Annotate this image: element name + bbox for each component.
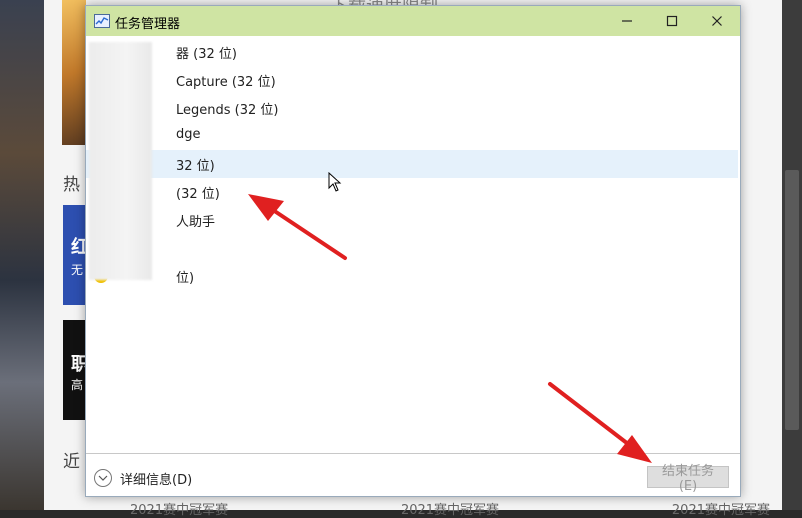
process-name: 人助手 [176,215,216,230]
window-title: 任务管理器 [115,17,181,32]
minimize-button[interactable] [604,6,650,36]
minimize-icon [622,20,632,22]
task-manager-icon [94,14,110,28]
close-button[interactable] [694,6,740,36]
process-row[interactable]: dge [86,122,738,150]
scrollbar-thumb[interactable] [785,170,799,430]
maximize-icon [666,15,678,27]
process-row[interactable]: Legends (32 位) [86,94,738,122]
background-banner-image [62,0,86,145]
close-icon [712,16,722,26]
title-bar[interactable]: 任务管理器 [86,6,740,36]
process-row-selected[interactable]: 32 位) [86,150,738,178]
process-name: Legends (32 位) [176,103,279,118]
promo-card-blue[interactable]: 红 无 [63,205,89,305]
footer-item[interactable]: 2021赛中冠军赛 [672,499,770,518]
process-name: 位) [176,271,195,286]
process-list[interactable]: 器 (32 位) Capture (32 位) Legends (32 位) d… [86,38,740,418]
process-row[interactable]: 位) [86,262,738,290]
process-row[interactable]: (32 位) [86,178,738,206]
process-name: dge [176,127,201,142]
task-manager-window: 任务管理器 器 (32 位) Capture (32 位) Legends (3… [85,5,741,497]
footer-item[interactable]: 2021赛中冠军赛 [130,499,228,518]
privacy-blur-overlay [89,42,152,280]
process-row[interactable] [86,234,738,262]
process-name: 器 (32 位) [176,47,237,62]
chevron-down-icon [94,469,112,487]
background-footer: 2021赛中冠军赛 2021赛中冠军赛 2021赛中冠军赛 [130,499,770,518]
process-name: 32 位) [176,159,215,174]
process-name: (32 位) [176,187,220,202]
process-row[interactable]: 人助手 [86,206,738,234]
background-scrollbar[interactable] [782,0,802,510]
mouse-cursor-icon [328,172,342,192]
footer-item[interactable]: 2021赛中冠军赛 [401,499,499,518]
recent-section-heading: 近 [63,452,80,472]
promo-card-sub: 无 [71,263,84,277]
background-wallpaper [0,0,44,510]
promo-card-sub: 高 [71,378,84,392]
hot-section-heading: 热 [63,175,80,195]
process-row[interactable]: 器 (32 位) [86,38,738,66]
background-right-column [739,0,782,510]
process-row[interactable]: Capture (32 位) [86,66,738,94]
end-task-button[interactable]: 结束任务(E) [647,464,729,494]
maximize-button[interactable] [649,6,695,36]
footer-divider [86,453,740,454]
details-label: 详细信息(D) [120,472,193,488]
details-toggle[interactable]: 详细信息(D) [94,468,192,488]
promo-card-black[interactable]: 职 高 [63,320,89,420]
process-name: Capture (32 位) [176,75,276,90]
